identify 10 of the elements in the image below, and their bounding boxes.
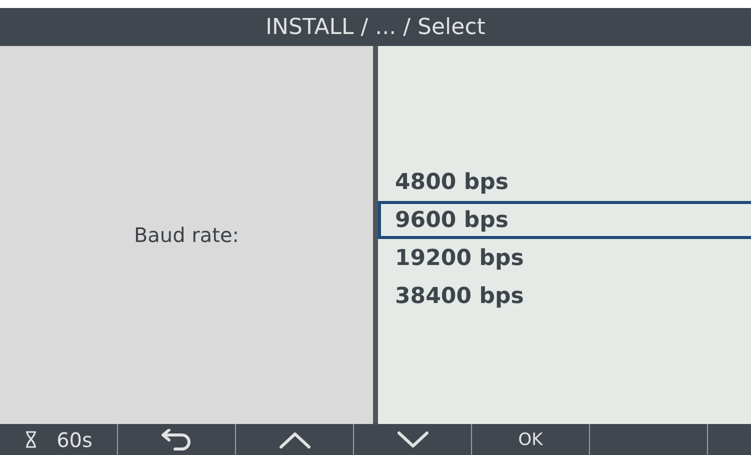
return-arrow-icon: [160, 428, 194, 450]
option-item[interactable]: 9600 bps: [378, 201, 751, 239]
chevron-up-icon: [278, 430, 312, 448]
screen-title: INSTALL / ... / Select: [266, 14, 486, 40]
option-item[interactable]: 19200 bps: [378, 239, 751, 277]
option-item[interactable]: 38400 bps: [378, 277, 751, 315]
chevron-down-icon: [396, 430, 430, 448]
hourglass-icon: [24, 431, 37, 448]
option-item[interactable]: 4800 bps: [378, 163, 751, 201]
field-label: Baud rate:: [134, 223, 240, 247]
